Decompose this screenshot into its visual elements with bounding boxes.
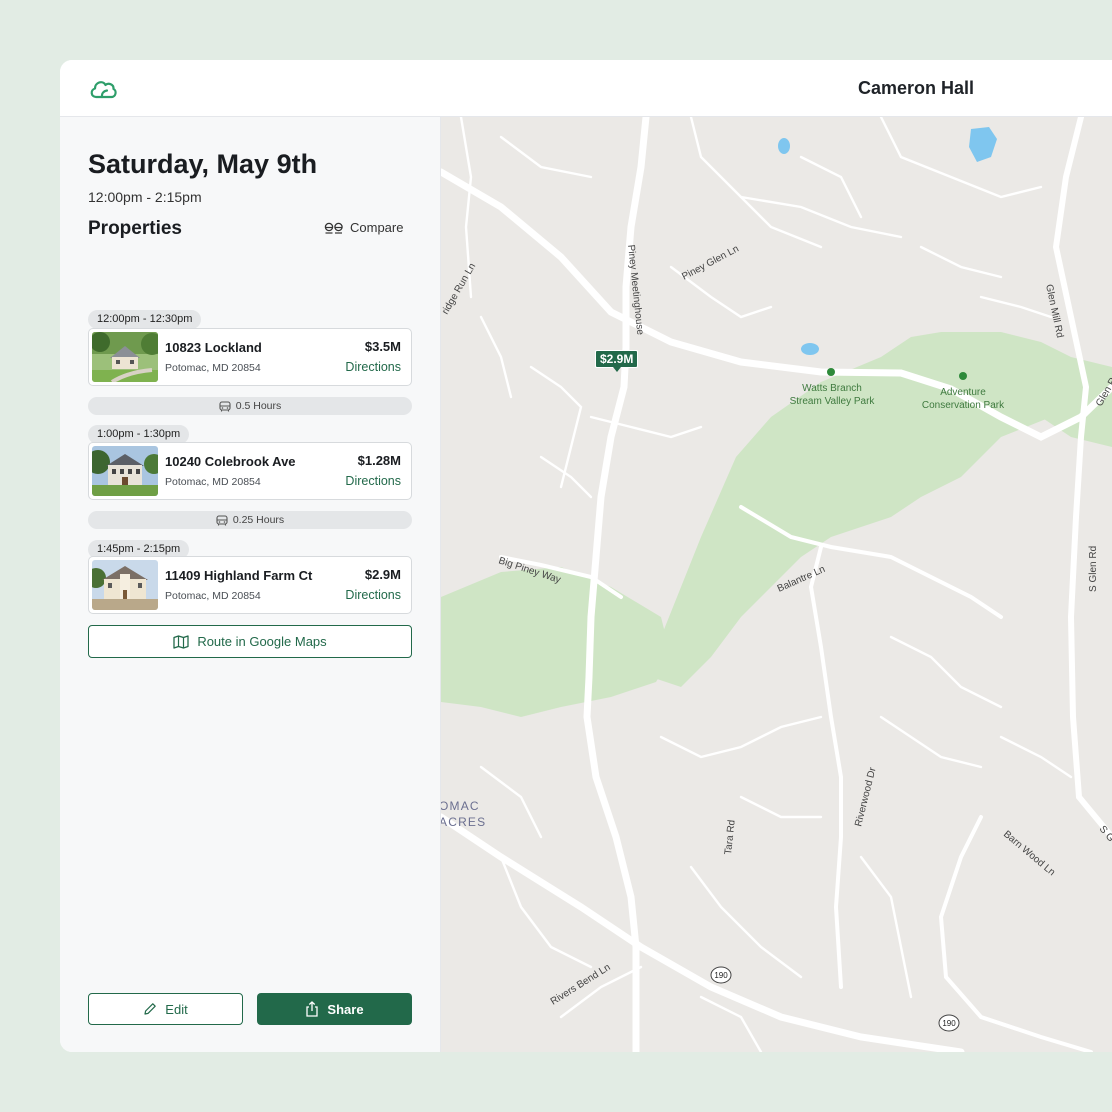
area-label: OMAC: [441, 799, 480, 813]
property-price: $1.28M: [357, 453, 401, 468]
route-190-shield: 190: [710, 966, 732, 984]
property-price: $3.5M: [364, 339, 401, 354]
share-button[interactable]: Share: [257, 993, 412, 1025]
properties-heading: Properties: [88, 218, 182, 239]
road-label: Glen Mill Rd: [1043, 283, 1065, 339]
area-label: ACRES: [441, 815, 486, 829]
edit-label: Edit: [165, 1001, 188, 1017]
tour-date: Saturday, May 9th: [88, 149, 318, 179]
map-price-pin[interactable]: $2.9M: [595, 350, 639, 372]
road-label: Tara Rd: [723, 819, 738, 855]
road-label: ridge Run Ln: [441, 261, 478, 316]
drive-time-label: 0.5 Hours: [235, 400, 282, 412]
road-label: S G: [1097, 824, 1112, 844]
svg-text:190: 190: [942, 1019, 956, 1028]
directions-link[interactable]: Directions: [345, 360, 401, 374]
route-label: Route in Google Maps: [197, 634, 327, 649]
compare-button[interactable]: Compare: [324, 220, 403, 235]
drive-time-bar: 0.5 Hours: [88, 397, 412, 415]
property-price: $2.9M: [364, 567, 401, 582]
drive-time-label: 0.25 Hours: [232, 514, 285, 526]
property-photo: [92, 332, 158, 382]
property-city: Potomac, MD 20854: [165, 590, 261, 602]
compare-icon: [324, 222, 343, 234]
pond: [778, 138, 790, 154]
park-label: Stream Valley Park: [790, 396, 876, 407]
property-city: Potomac, MD 20854: [165, 476, 261, 488]
route-190-shield: 190: [938, 1014, 960, 1032]
property-card[interactable]: 10823 Lockland Potomac, MD 20854 $3.5M D…: [88, 328, 412, 386]
park-label: Watts Branch: [802, 383, 862, 394]
property-address: 10240 Colebrook Ave: [165, 454, 296, 469]
property-address: 11409 Highland Farm Ct: [165, 568, 313, 583]
road-label: Piney Glen Ln: [680, 243, 741, 282]
top-bar: Cameron Hall: [60, 60, 1112, 117]
pond: [801, 343, 819, 355]
park-tree-icon: [827, 368, 835, 376]
map-view[interactable]: 190 190 Piney Meetinghouse Piney Glen Ln…: [441, 117, 1112, 1052]
pencil-icon: [144, 1003, 157, 1015]
property-card[interactable]: 10240 Colebrook Ave Potomac, MD 20854 $1…: [88, 442, 412, 500]
svg-text:190: 190: [714, 971, 728, 980]
property-photo: [92, 560, 158, 610]
drive-time-bar: 0.25 Hours: [88, 511, 412, 529]
share-icon: [306, 1001, 319, 1017]
car-icon: [216, 514, 228, 525]
car-icon: [219, 400, 231, 411]
user-name[interactable]: Cameron Hall: [858, 78, 974, 99]
road-label: Barn Wood Ln: [1001, 829, 1057, 878]
map-canvas: 190 190 Piney Meetinghouse Piney Glen Ln…: [441, 117, 1112, 1052]
directions-link[interactable]: Directions: [345, 588, 401, 602]
park-area: [441, 567, 671, 717]
app-window: Cameron Hall Saturday, May 9th 12:00pm -…: [60, 60, 1112, 1052]
road-label: S Glen Rd: [1088, 546, 1099, 592]
property-card[interactable]: 11409 Highland Farm Ct Potomac, MD 20854…: [88, 556, 412, 614]
cloud-logo-icon[interactable]: [88, 75, 118, 101]
property-city: Potomac, MD 20854: [165, 362, 261, 374]
map-icon: [173, 634, 189, 649]
time-slot-badge: 12:00pm - 12:30pm: [88, 310, 202, 329]
road-label: Riverwood Dr: [853, 766, 878, 828]
park-tree-icon: [959, 372, 967, 380]
share-label: Share: [327, 1001, 364, 1017]
property-photo: [92, 446, 158, 496]
property-address: 10823 Lockland: [165, 340, 262, 355]
park-label: Conservation Park: [922, 400, 1005, 411]
park-label: Adventure: [940, 387, 986, 398]
edit-button[interactable]: Edit: [88, 993, 243, 1025]
pond: [969, 127, 997, 162]
tour-time-range: 12:00pm - 2:15pm: [88, 189, 202, 205]
tour-sidebar: Saturday, May 9th 12:00pm - 2:15pm Prope…: [60, 117, 441, 1052]
route-in-google-maps-button[interactable]: Route in Google Maps: [88, 625, 412, 658]
compare-label: Compare: [350, 220, 404, 235]
directions-link[interactable]: Directions: [345, 474, 401, 488]
